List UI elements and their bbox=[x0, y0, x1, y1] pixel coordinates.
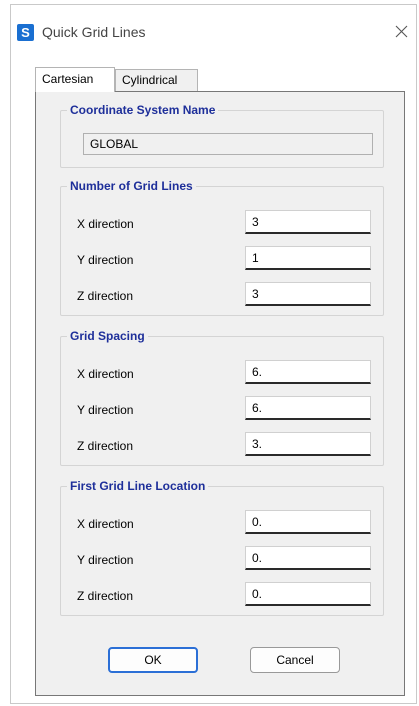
coordinate-system-name-field: GLOBAL bbox=[83, 133, 373, 155]
number-of-grid-lines-title: Number of Grid Lines bbox=[67, 179, 196, 193]
tab-cartesian[interactable]: Cartesian bbox=[35, 67, 115, 92]
grid-spacing-y-label: Y direction bbox=[77, 403, 134, 417]
grid-lines-y-label: Y direction bbox=[77, 253, 134, 267]
first-grid-line-location-title: First Grid Line Location bbox=[67, 479, 209, 493]
cartesian-panel: Coordinate System Name GLOBAL Number of … bbox=[35, 91, 405, 696]
number-of-grid-lines-group: Number of Grid Lines X direction Y direc… bbox=[60, 179, 384, 316]
grid-spacing-y-input[interactable] bbox=[245, 396, 371, 420]
grid-spacing-z-input[interactable] bbox=[245, 432, 371, 456]
grid-lines-x-label: X direction bbox=[77, 217, 134, 231]
window-title: Quick Grid Lines bbox=[42, 24, 146, 40]
coordinate-system-title: Coordinate System Name bbox=[67, 103, 219, 117]
title-bar: S Quick Grid Lines bbox=[11, 5, 416, 51]
first-location-z-input[interactable] bbox=[245, 582, 371, 606]
quick-grid-lines-dialog: S Quick Grid Lines Cartesian Cylindrical… bbox=[10, 4, 417, 704]
tab-cylindrical[interactable]: Cylindrical bbox=[115, 69, 198, 91]
grid-spacing-title: Grid Spacing bbox=[67, 329, 148, 343]
grid-spacing-z-label: Z direction bbox=[77, 439, 134, 453]
first-location-y-input[interactable] bbox=[245, 546, 371, 570]
grid-spacing-x-input[interactable] bbox=[245, 360, 371, 384]
app-logo-icon: S bbox=[17, 24, 34, 41]
grid-spacing-group: Grid Spacing X direction Y direction Z d… bbox=[60, 329, 384, 466]
close-icon bbox=[395, 25, 408, 38]
first-location-y-label: Y direction bbox=[77, 553, 134, 567]
first-grid-line-location-group: First Grid Line Location X direction Y d… bbox=[60, 479, 384, 616]
first-location-x-label: X direction bbox=[77, 517, 134, 531]
cancel-button[interactable]: Cancel bbox=[250, 647, 340, 673]
grid-lines-z-label: Z direction bbox=[77, 289, 134, 303]
grid-lines-y-input[interactable] bbox=[245, 246, 371, 270]
first-location-x-input[interactable] bbox=[245, 510, 371, 534]
grid-spacing-x-label: X direction bbox=[77, 367, 134, 381]
first-location-z-label: Z direction bbox=[77, 589, 134, 603]
coordinate-system-group: Coordinate System Name GLOBAL bbox=[60, 103, 384, 168]
close-button[interactable] bbox=[390, 19, 416, 45]
ok-button[interactable]: OK bbox=[108, 647, 198, 673]
grid-lines-x-input[interactable] bbox=[245, 210, 371, 234]
grid-lines-z-input[interactable] bbox=[245, 282, 371, 306]
